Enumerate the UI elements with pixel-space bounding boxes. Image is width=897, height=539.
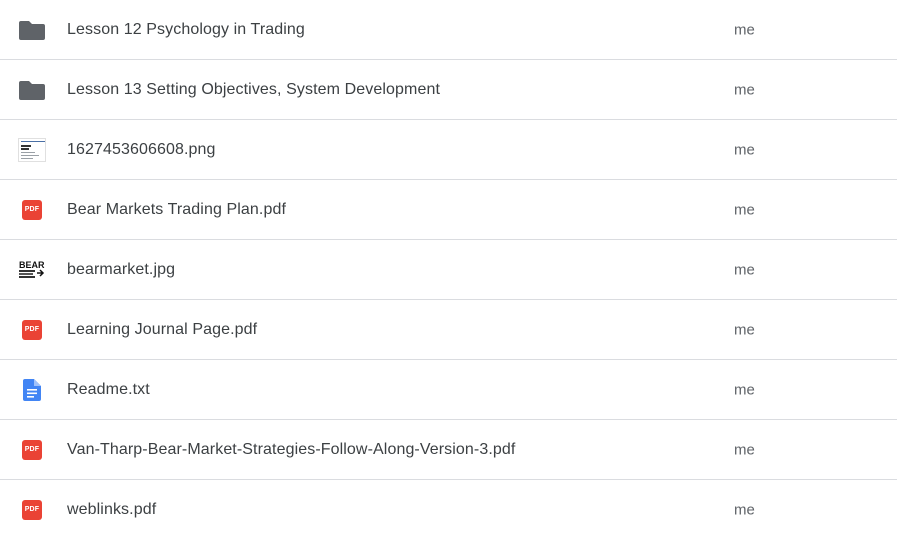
file-row[interactable]: PDF Van-Tharp-Bear-Market-Strategies-Fol… [0, 420, 897, 480]
file-owner: me [734, 141, 755, 158]
file-row[interactable]: Readme.txt me [0, 360, 897, 420]
pdf-icon: PDF [18, 438, 46, 462]
file-name: bearmarket.jpg [67, 260, 176, 278]
document-icon [18, 378, 46, 402]
file-row[interactable]: PDF Bear Markets Trading Plan.pdf me [0, 180, 897, 240]
file-owner: me [734, 441, 755, 458]
file-name: weblinks.pdf [67, 500, 157, 518]
file-row[interactable]: PDF Learning Journal Page.pdf me [0, 300, 897, 360]
pdf-icon: PDF [18, 318, 46, 342]
file-list: Lesson 12 Psychology in Trading me Lesso… [0, 0, 897, 539]
file-row[interactable]: 1627453606608.png me [0, 120, 897, 180]
file-name: Readme.txt [67, 380, 150, 398]
file-owner: me [734, 81, 755, 98]
svg-text:BEAR: BEAR [19, 260, 45, 270]
file-row[interactable]: PDF weblinks.pdf me [0, 480, 897, 539]
file-name: Bear Markets Trading Plan.pdf [67, 200, 287, 218]
file-row[interactable]: BEAR bearmarket.jpg me [0, 240, 897, 300]
file-name: Lesson 12 Psychology in Trading [67, 20, 305, 38]
file-owner: me [734, 21, 755, 38]
image-thumbnail: BEAR [18, 258, 46, 282]
file-name: Learning Journal Page.pdf [67, 320, 258, 338]
file-name: Lesson 13 Setting Objectives, System Dev… [67, 80, 440, 98]
file-row[interactable]: Lesson 12 Psychology in Trading me [0, 0, 897, 60]
file-owner: me [734, 261, 755, 278]
folder-icon [18, 18, 46, 42]
pdf-icon: PDF [18, 198, 46, 222]
file-owner: me [734, 381, 755, 398]
file-name: Van-Tharp-Bear-Market-Strategies-Follow-… [67, 440, 516, 458]
file-name: 1627453606608.png [67, 140, 216, 158]
file-owner: me [734, 201, 755, 218]
file-owner: me [734, 501, 755, 518]
image-thumbnail [18, 137, 46, 162]
folder-icon [18, 78, 46, 102]
pdf-icon: PDF [18, 498, 46, 522]
file-owner: me [734, 321, 755, 338]
file-row[interactable]: Lesson 13 Setting Objectives, System Dev… [0, 60, 897, 120]
